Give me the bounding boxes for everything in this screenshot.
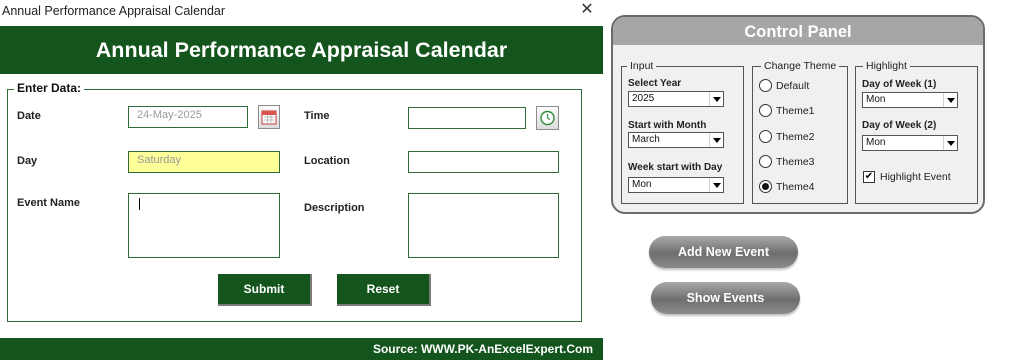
dow2-dropdown[interactable]: Mon — [862, 135, 958, 151]
time-label: Time — [304, 110, 330, 122]
theme-radio-label: Default — [776, 80, 810, 92]
page-title: Annual Performance Appraisal Calendar — [95, 38, 508, 62]
theme-radio-label: Theme4 — [776, 181, 815, 194]
dow1-label: Day of Week (1) — [862, 79, 937, 90]
date-label: Date — [17, 110, 41, 122]
calendar-button[interactable] — [258, 105, 280, 129]
location-label: Location — [304, 155, 350, 167]
select-year-dropdown[interactable]: 2025 — [628, 91, 724, 107]
text-cursor — [139, 198, 140, 210]
description-field[interactable] — [408, 193, 559, 258]
date-field[interactable]: 24-May-2025 — [128, 106, 248, 128]
theme-radio-label: Theme1 — [776, 105, 815, 118]
highlight-event-label: Highlight Event — [880, 171, 951, 183]
chevron-down-icon[interactable] — [709, 92, 723, 106]
location-field[interactable] — [408, 151, 559, 173]
calendar-icon — [261, 110, 277, 125]
dow1-value: Mon — [866, 94, 886, 105]
chevron-down-icon[interactable] — [709, 133, 723, 147]
dow2-value: Mon — [866, 137, 886, 148]
theme-radio-default[interactable] — [759, 79, 772, 92]
event-name-field[interactable] — [128, 193, 280, 258]
dow2-label: Day of Week (2) — [862, 120, 937, 131]
chevron-down-icon[interactable] — [943, 93, 957, 107]
highlight-event-checkbox[interactable]: ✔ — [863, 171, 875, 183]
input-group-legend: Input — [627, 60, 657, 72]
day-label: Day — [17, 155, 38, 167]
window-title: Annual Performance Appraisal Calendar — [2, 4, 226, 18]
description-label: Description — [304, 202, 365, 214]
start-month-dropdown[interactable]: March — [628, 132, 724, 148]
week-start-value: Mon — [632, 179, 652, 190]
theme-radio-theme3[interactable] — [759, 154, 772, 168]
theme-radio-label: Theme2 — [776, 130, 815, 143]
time-field[interactable] — [408, 107, 526, 129]
dow1-dropdown[interactable]: Mon — [862, 92, 958, 108]
day-field[interactable]: Saturday — [128, 151, 280, 173]
source-footer: Source: WWW.PK-AnExcelExpert.Com — [372, 342, 593, 356]
enter-data-legend: Enter Data: — [14, 81, 85, 95]
theme-radio-label: Theme3 — [776, 155, 815, 168]
submit-button[interactable]: Submit — [218, 274, 312, 306]
control-panel-title: Control Panel — [744, 23, 852, 41]
start-month-label: Start with Month — [628, 120, 707, 131]
start-month-value: March — [632, 134, 660, 145]
week-start-dropdown[interactable]: Mon — [628, 177, 724, 193]
chevron-down-icon[interactable] — [709, 178, 723, 192]
clock-icon — [540, 110, 555, 126]
theme-radio-theme2[interactable] — [759, 129, 772, 143]
appraisal-form-window: Annual Performance Appraisal Calendar ✕ … — [0, 0, 603, 360]
theme-group-legend: Change Theme — [761, 60, 840, 72]
close-icon[interactable]: ✕ — [578, 1, 596, 19]
week-start-label: Week start with Day — [628, 162, 723, 173]
reset-button[interactable]: Reset — [337, 274, 431, 306]
select-year-value: 2025 — [632, 93, 655, 104]
control-panel: Control Panel Input Select Year 2025 Sta… — [611, 15, 985, 214]
event-name-label: Event Name — [17, 197, 80, 209]
show-events-button[interactable]: Show Events — [651, 282, 800, 314]
chevron-down-icon[interactable] — [943, 136, 957, 150]
select-year-label: Select Year — [628, 78, 682, 89]
highlight-group-legend: Highlight — [863, 60, 910, 72]
add-new-event-button[interactable]: Add New Event — [649, 236, 798, 268]
time-picker-button[interactable] — [536, 106, 559, 130]
